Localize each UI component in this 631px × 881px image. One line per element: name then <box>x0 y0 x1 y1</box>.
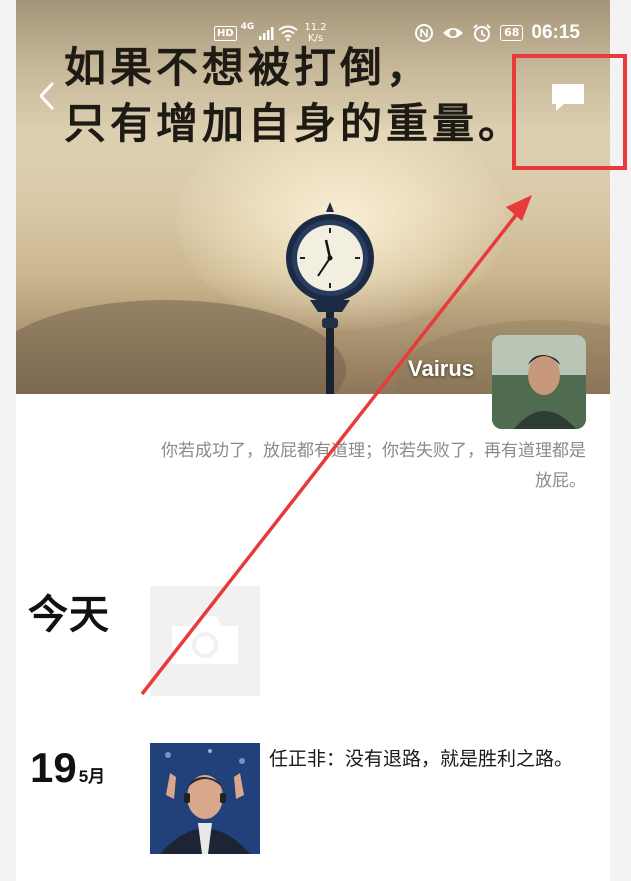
network-type: 4G <box>240 22 255 32</box>
post-date: 19 5月 <box>30 744 105 792</box>
status-bar: HD 4G 11.2 K/s 68 06:15 <box>16 18 610 50</box>
status-right-group: 68 06:15 <box>414 22 580 44</box>
add-photo-button[interactable] <box>150 586 260 696</box>
camera-icon <box>172 616 238 664</box>
network-speed-value: 11.2 <box>304 22 327 33</box>
author-avatar[interactable] <box>492 335 586 429</box>
author-name[interactable]: Vairus <box>408 356 474 382</box>
profile-signature: 你若成功了，放屁都有道理；你若失败了，再有道理都是放屁。 <box>161 441 586 491</box>
post-thumbnail[interactable] <box>150 743 260 854</box>
network-speed-unit: K/s <box>307 33 324 44</box>
status-left-group: HD 4G 11.2 K/s <box>214 22 327 44</box>
wifi-icon <box>278 25 298 41</box>
cover-quote-text: 如果不想被打倒， 只有增加自身的重量。 <box>64 43 525 148</box>
post-text[interactable]: 任正非：没有退路，就是胜利之路。 <box>269 745 609 773</box>
today-label: 今天 <box>28 592 110 638</box>
avatar-portrait <box>492 335 586 429</box>
hd-indicator: HD <box>214 25 237 41</box>
signal-icon <box>259 27 274 40</box>
back-chevron-icon[interactable] <box>34 78 60 114</box>
eye-comfort-icon <box>443 28 464 38</box>
status-time: 06:15 <box>531 22 580 43</box>
profile-album-screen: 如果不想被打倒， 只有增加自身的重量。 HD 4G 11.2 K/s 68 06… <box>16 0 610 881</box>
alarm-icon <box>473 24 491 42</box>
nfc-icon <box>415 24 434 42</box>
post-photo <box>150 743 260 854</box>
street-clock-illustration <box>286 202 374 394</box>
moments-page: 如果不想被打倒， 只有增加自身的重量。 HD 4G 11.2 K/s 68 06… <box>0 0 631 881</box>
message-bubble-icon[interactable] <box>548 80 588 116</box>
post-date-day: 19 <box>30 744 77 791</box>
post-date-month: 5月 <box>78 767 106 786</box>
battery-indicator: 68 <box>500 25 524 41</box>
network-speed: 11.2 K/s <box>304 22 326 44</box>
